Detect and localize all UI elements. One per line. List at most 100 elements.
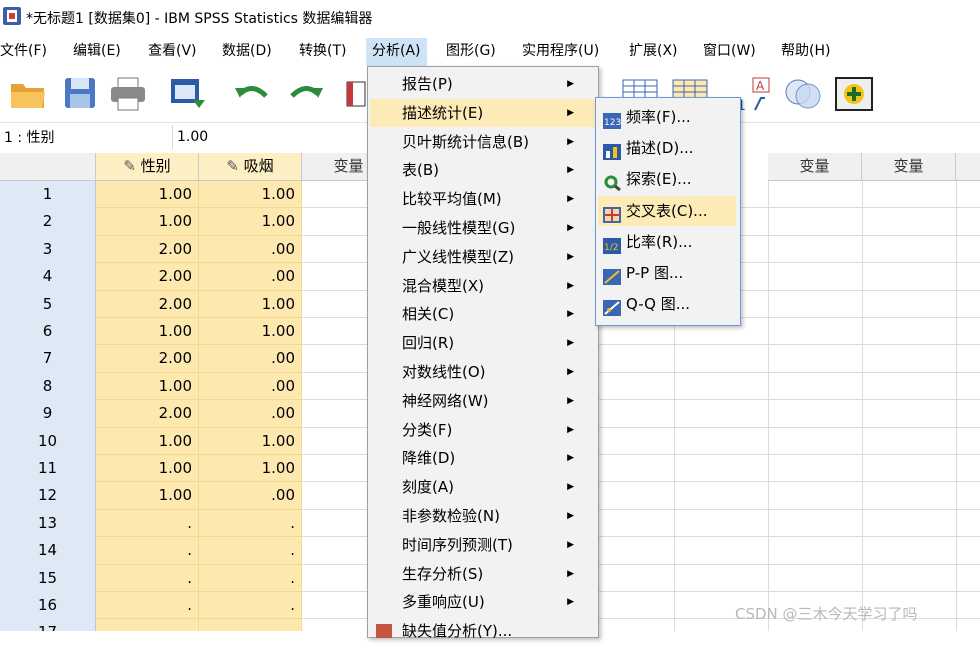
empty-cell[interactable] [957,181,980,209]
row-number[interactable]: 15 [0,564,96,593]
cell-gender[interactable]: 1.00 [96,427,199,455]
recall-dialog-icon[interactable] [168,74,206,112]
cell-smoking[interactable]: 1.00 [199,318,302,346]
row-number[interactable]: 7 [0,345,96,374]
menu-utilities[interactable]: 实用程序(U) [516,38,605,66]
empty-cell[interactable] [675,345,769,373]
row-number[interactable]: 4 [0,263,96,292]
analyze-menu-item[interactable]: 缺失值分析(Y)... [370,617,596,645]
empty-cell[interactable] [769,181,863,209]
empty-cell[interactable] [675,372,769,401]
cell-gender[interactable]: 2.00 [96,263,199,291]
empty-cell[interactable] [863,427,957,455]
row-number[interactable]: 13 [0,509,96,539]
use-variable-sets-icon[interactable] [782,74,821,112]
descriptive-menu-item[interactable]: 描述(D)... [598,133,736,163]
cell-gender[interactable]: 2.00 [96,235,199,264]
empty-cell[interactable] [769,509,863,538]
row-number[interactable]: 10 [0,427,96,456]
empty-cell[interactable] [863,290,957,318]
cell-smoking[interactable]: . [199,509,302,538]
row-number[interactable]: 9 [0,400,96,429]
empty-cell[interactable] [863,564,957,592]
cell-smoking[interactable]: 1.00 [199,455,302,483]
cell-gender[interactable]: . [96,509,199,538]
cell-smoking[interactable]: .00 [199,372,302,401]
empty-cell[interactable] [957,427,980,455]
empty-cell[interactable] [675,482,769,510]
open-folder-icon[interactable] [8,74,46,112]
empty-cell[interactable] [957,592,980,620]
empty-cell[interactable] [957,372,980,401]
empty-cell[interactable] [957,537,980,565]
cell-smoking[interactable]: 1.00 [199,181,302,209]
empty-cell[interactable] [863,235,957,264]
empty-cell[interactable] [675,564,769,592]
empty-cell[interactable] [769,345,863,373]
empty-cell[interactable] [863,345,957,373]
cell-smoking[interactable]: 1.00 [199,290,302,318]
empty-cell[interactable] [769,564,863,592]
cell-gender[interactable]: 1.00 [96,482,199,510]
row-number[interactable]: 3 [0,235,96,265]
empty-cell[interactable] [957,455,980,483]
empty-cell[interactable] [769,318,863,346]
analyze-menu-item[interactable]: 表(B) ▶ [370,156,596,184]
undo-icon[interactable] [232,74,270,112]
cell-smoking[interactable]: .00 [199,482,302,510]
empty-cell[interactable] [957,619,980,631]
empty-cell[interactable] [675,427,769,455]
empty-cell[interactable] [769,400,863,428]
cell-smoking[interactable]: . [199,537,302,565]
analyze-menu-item[interactable]: 比较平均值(M) ▶ [370,185,596,213]
row-number[interactable]: 6 [0,318,96,347]
redo-icon[interactable] [286,74,324,112]
empty-cell[interactable] [769,455,863,483]
analyze-menu-item[interactable]: 广义线性模型(Z) ▶ [370,243,596,271]
empty-cell[interactable] [863,482,957,510]
cell-smoking[interactable]: 1.00 [199,208,302,236]
analyze-menu-item[interactable]: 生存分析(S) ▶ [370,560,596,588]
descriptive-menu-item[interactable]: Q-Q 图... [598,289,736,319]
empty-cell[interactable] [957,509,980,538]
empty-cell[interactable] [957,318,980,346]
value-labels-icon[interactable]: A1 [735,74,775,114]
analyze-menu-item[interactable]: 刻度(A) ▶ [370,473,596,501]
row-number[interactable]: 11 [0,455,96,484]
cell-gender[interactable]: . [96,564,199,592]
descriptive-menu-item[interactable]: 1/2 比率(R)... [598,227,736,257]
empty-cell[interactable] [863,537,957,565]
column-header-var[interactable]: 变量 [768,153,862,181]
empty-cell[interactable] [769,372,863,401]
empty-cell[interactable] [769,427,863,455]
row-number[interactable]: 2 [0,208,96,237]
empty-cell[interactable] [863,455,957,483]
cell-gender[interactable]: 1.00 [96,455,199,483]
empty-cell[interactable] [957,345,980,373]
empty-cell[interactable] [863,263,957,291]
analyze-menu-item[interactable]: 非参数检验(N) ▶ [370,502,596,530]
empty-cell[interactable] [863,400,957,428]
cell-smoking[interactable]: .00 [199,400,302,428]
cell-gender[interactable]: 1.00 [96,181,199,209]
row-number[interactable]: 17 [0,619,96,631]
cell-smoking[interactable]: 1.00 [199,427,302,455]
menu-help[interactable]: 帮助(H) [775,38,836,66]
empty-cell[interactable] [769,537,863,565]
cell-smoking[interactable]: . [199,592,302,620]
empty-cell[interactable] [957,400,980,428]
cell-smoking[interactable]: .00 [199,345,302,373]
empty-cell[interactable] [675,455,769,483]
empty-cell[interactable] [957,290,980,318]
empty-cell[interactable] [769,263,863,291]
analyze-menu-item[interactable]: 相关(C) ▶ [370,300,596,328]
empty-cell[interactable] [863,372,957,401]
analyze-menu-item[interactable]: 神经网络(W) ▶ [370,387,596,415]
cell-smoking[interactable] [199,619,302,631]
empty-cell[interactable] [863,181,957,209]
cell-gender[interactable]: . [96,592,199,620]
cell-gender[interactable]: 1.00 [96,318,199,346]
menu-analyze[interactable]: 分析(A) [366,38,427,66]
cell-gender[interactable] [96,619,199,631]
cell-gender[interactable]: 2.00 [96,290,199,318]
